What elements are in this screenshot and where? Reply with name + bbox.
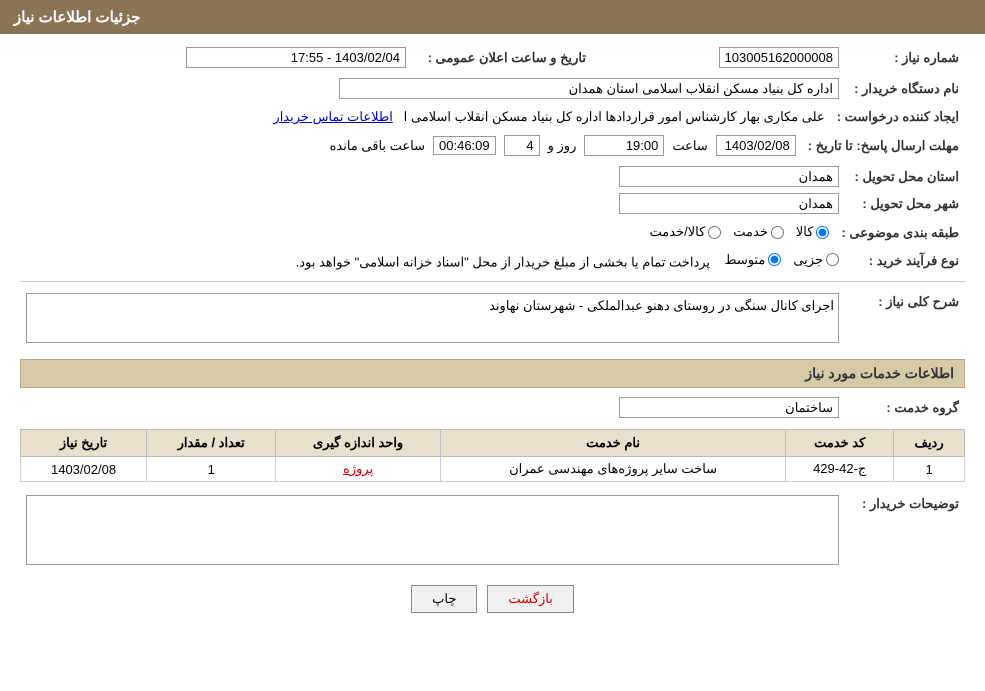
farayand-jozi-option[interactable]: جزیی: [793, 252, 839, 268]
mohlat-label: مهلت ارسال پاسخ: تا تاریخ :: [802, 132, 965, 159]
toseiat-label: توضیحات خریدار :: [845, 492, 965, 571]
tabaqe-options: کالا خدمت کالا/خدمت: [20, 221, 835, 245]
col-tarikh: تاریخ نیاز: [21, 430, 147, 457]
row-tedad: 1: [147, 457, 276, 482]
farayand-label: نوع فرآیند خرید :: [845, 249, 965, 274]
tabaqe-kala-khedmat-option[interactable]: کالا/خدمت: [650, 224, 722, 240]
services-section-title: اطلاعات خدمات مورد نیاز: [20, 359, 965, 388]
page-header: جزئیات اطلاعات نیاز: [0, 0, 985, 34]
ijadKonande-value: علی مکاری بهار کارشناس امور قراردادها اد…: [20, 106, 831, 128]
col-vahed: واحد اندازه گیری: [276, 430, 441, 457]
tabaqe-table: طبقه بندی موضوعی : کالا خدمت کالا/خدمت: [20, 221, 965, 245]
grooh-table: گروه خدمت :: [20, 394, 965, 421]
atelaat-tamas-link[interactable]: اطلاعات تماس خریدار: [273, 109, 392, 124]
row-kod: ج-42-429: [786, 457, 894, 482]
ostan-label: استان محل تحویل :: [845, 163, 965, 190]
tarikh-label: تاریخ و ساعت اعلان عمومی :: [412, 44, 592, 71]
col-kod: کد خدمت: [786, 430, 894, 457]
row-radif: 1: [894, 457, 965, 482]
tabaqe-kala-option[interactable]: کالا: [796, 224, 830, 240]
farayand-motavasset-option[interactable]: متوسط: [724, 252, 781, 268]
col-nam: نام خدمت: [440, 430, 785, 457]
mohlat-table: مهلت ارسال پاسخ: تا تاریخ : ساعت روز و 0…: [20, 132, 965, 159]
shahr-label: شهر محل تحویل :: [845, 190, 965, 217]
page-wrapper: جزئیات اطلاعات نیاز شماره نیاز : تاریخ و…: [0, 0, 985, 691]
mohlat-day-label: روز و: [548, 138, 577, 154]
tabaqe-khedmat-option[interactable]: خدمت: [733, 224, 784, 240]
sharh-label: شرح کلی نیاز :: [845, 290, 965, 349]
basic-info-table: شماره نیاز : تاریخ و ساعت اعلان عمومی :: [20, 44, 965, 71]
sharh-table: شرح کلی نیاز : اجرای کانال سنگی در روستا…: [20, 290, 965, 349]
sharh-textarea[interactable]: اجرای کانال سنگی در روستای دهنو عبدالملک…: [26, 293, 839, 343]
shomareNiaz-value: [622, 44, 845, 71]
creator-table: ایجاد کننده درخواست : علی مکاری بهار کار…: [20, 106, 965, 128]
location-table: استان محل تحویل : شهر محل تحویل :: [20, 163, 965, 217]
grooh-input[interactable]: [619, 397, 839, 418]
col-radif: ردیف: [894, 430, 965, 457]
shomareNiaz-label: شماره نیاز :: [845, 44, 965, 71]
mohlat-time-input[interactable]: [584, 135, 664, 156]
toseiat-value: [20, 492, 845, 571]
farayand-options: جزیی متوسط پرداخت تمام یا بخشی از مبلغ خ…: [20, 249, 845, 274]
ijadKonande-text: علی مکاری بهار کارشناس امور قراردادها اد…: [404, 109, 825, 124]
dastgah-table: نام دستگاه خریدار :: [20, 75, 965, 102]
sharh-value: اجرای کانال سنگی در روستای دهنو عبدالملک…: [20, 290, 845, 349]
tabaqe-label: طبقه بندی موضوعی :: [835, 221, 965, 245]
ostan-input[interactable]: [619, 166, 839, 187]
grooh-label: گروه خدمت :: [845, 394, 965, 421]
namDastgah-label: نام دستگاه خریدار :: [845, 75, 965, 102]
row-nam: ساخت سایر پروژه‌های مهندسی عمران: [440, 457, 785, 482]
services-table: ردیف کد خدمت نام خدمت واحد اندازه گیری ت…: [20, 429, 965, 482]
toseiat-textarea[interactable]: [26, 495, 839, 565]
back-button[interactable]: بازگشت: [487, 585, 573, 613]
namDastgah-value: [20, 75, 845, 102]
table-row: 1 ج-42-429 ساخت سایر پروژه‌های مهندسی عم…: [21, 457, 965, 482]
grooh-value: [20, 394, 845, 421]
mohlat-date-input[interactable]: [716, 135, 796, 156]
row-tarikh: 1403/02/08: [21, 457, 147, 482]
page-title: جزئیات اطلاعات نیاز: [14, 9, 141, 26]
buttons-row: بازگشت چاپ: [20, 585, 965, 613]
namDastgah-input[interactable]: [339, 78, 839, 99]
main-content: شماره نیاز : تاریخ و ساعت اعلان عمومی : …: [0, 34, 985, 637]
shahr-value: [20, 190, 845, 217]
mohlat-remain-label: ساعت باقی مانده: [330, 138, 425, 154]
col-tedad: تعداد / مقدار: [147, 430, 276, 457]
ostan-value: [20, 163, 845, 190]
print-button[interactable]: چاپ: [411, 585, 477, 613]
farayand-note: پرداخت تمام یا بخشی از مبلغ خریدار از مح…: [296, 254, 710, 269]
ijadKonande-label: ایجاد کننده درخواست :: [831, 106, 965, 128]
farayand-table: نوع فرآیند خرید : جزیی متوسط پرداخت تمام…: [20, 249, 965, 274]
tarikh-value: [20, 44, 412, 71]
shahr-input[interactable]: [619, 193, 839, 214]
row-vahed[interactable]: پروژه: [276, 457, 441, 482]
mohlat-timer: 00:46:09: [433, 136, 496, 155]
mohlat-day-input[interactable]: [504, 135, 540, 156]
shomareNiaz-input[interactable]: [719, 47, 839, 68]
mohlat-row: ساعت روز و 00:46:09 ساعت باقی مانده: [20, 132, 802, 159]
tarikh-input[interactable]: [186, 47, 406, 68]
mohlat-time-label: ساعت: [672, 138, 707, 154]
toseiat-table: توضیحات خریدار :: [20, 492, 965, 571]
